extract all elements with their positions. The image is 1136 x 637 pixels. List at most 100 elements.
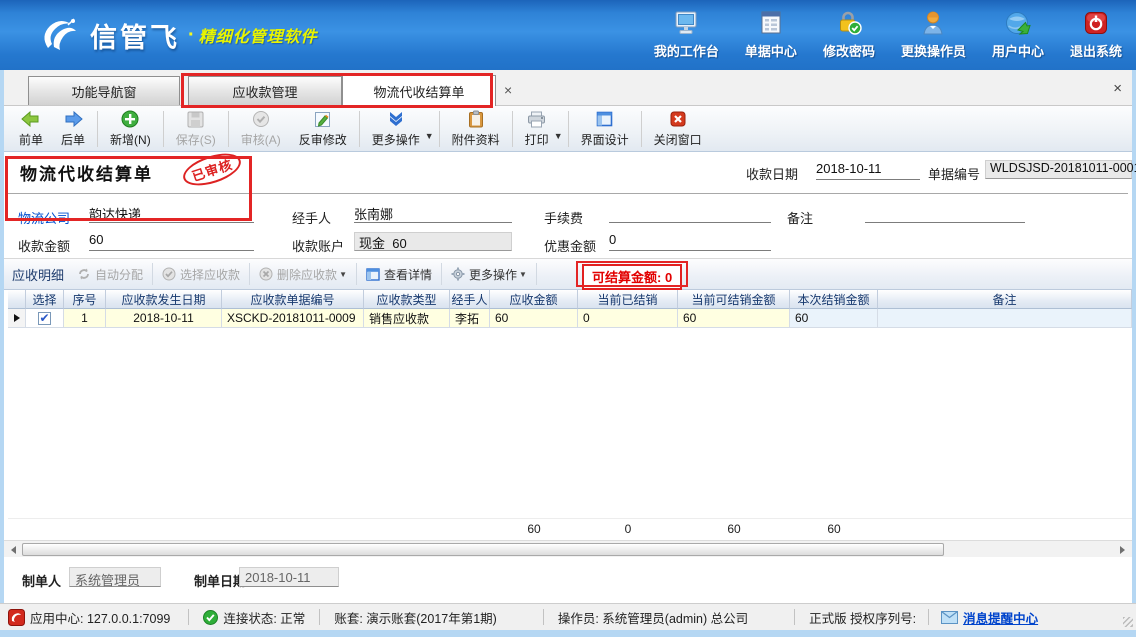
col-header-date[interactable]: 应收款发生日期	[106, 290, 222, 309]
cell-remark[interactable]	[878, 309, 1132, 328]
row-checkbox-checked[interactable]: ✔	[38, 312, 51, 325]
row-select-cell[interactable]: ✔	[26, 309, 64, 328]
fee-field[interactable]	[609, 204, 771, 223]
ui-design-button[interactable]: 界面设计	[572, 107, 638, 150]
tab-close-icon[interactable]: ×	[504, 82, 512, 98]
app-window: 信管飞 · 精细化管理软件 我的工作台	[0, 0, 1136, 637]
col-header-select[interactable]: 选择	[26, 290, 64, 309]
col-header-remark[interactable]: 备注	[878, 290, 1132, 309]
remark-field[interactable]	[865, 204, 1025, 223]
receipt-date-label: 收款日期	[746, 164, 798, 183]
dropdown-caret-icon[interactable]: ▼	[425, 131, 434, 141]
grid-corner-cell	[8, 290, 26, 309]
window-border-right	[1132, 70, 1136, 637]
toolbar-separator	[439, 111, 440, 147]
tab-strip: 功能导航窗 应收款管理 物流代收结算单 × ×	[4, 70, 1132, 106]
toolbar-separator	[228, 111, 229, 147]
table-row[interactable]: ✔ 1 2018-10-11 XSCKD-20181011-0009 销售应收款…	[8, 309, 1132, 328]
status-separator	[188, 609, 189, 625]
audited-stamp: 已审核	[179, 147, 244, 191]
cell-this-settle[interactable]: 60	[790, 309, 878, 328]
toolbar-separator	[163, 111, 164, 147]
nav-exit-system[interactable]: 退出系统	[1070, 8, 1122, 60]
doc-no-label: 单据编号	[928, 164, 980, 183]
tabstrip-close-icon[interactable]: ×	[1113, 80, 1122, 97]
col-header-docno[interactable]: 应收款单据编号	[222, 290, 364, 309]
horizontal-scrollbar[interactable]	[4, 540, 1132, 557]
detail-separator	[152, 263, 153, 285]
toolbar-separator	[97, 111, 98, 147]
status-separator	[543, 609, 544, 625]
toolbar-separator	[359, 111, 360, 147]
nav-change-password[interactable]: 修改密码	[823, 8, 875, 60]
logistics-company-field[interactable]: 韵达快递	[89, 204, 254, 223]
select-receivable-button: 选择应收款	[155, 263, 247, 286]
receivables-grid: 选择 序号 应收款发生日期 应收款单据编号 应收款类型 经手人 应收金额 当前已…	[4, 290, 1132, 540]
col-header-seq[interactable]: 序号	[64, 290, 106, 309]
detail-more-actions-button[interactable]: 更多操作 ▼	[444, 263, 534, 286]
discount-field[interactable]: 0	[609, 232, 771, 251]
account-set-status: 账套: 演示账套(2017年第1期)	[334, 608, 497, 627]
tab-function-nav[interactable]: 功能导航窗	[28, 76, 180, 105]
toolbar-separator	[512, 111, 513, 147]
dropdown-caret-icon[interactable]: ▼	[554, 131, 563, 141]
attachments-button[interactable]: 附件资料	[443, 107, 509, 150]
detail-window-icon	[366, 268, 380, 281]
next-doc-button[interactable]: 后单	[52, 107, 94, 150]
view-details-button[interactable]: 查看详情	[359, 263, 439, 286]
close-x-icon	[670, 109, 686, 129]
footer-fields: 制单人 系统管理员 制单日期 2018-10-11	[4, 557, 1132, 603]
close-window-button[interactable]: 关闭窗口	[645, 107, 711, 150]
more-actions-button[interactable]: 更多操作	[363, 107, 429, 150]
row-marker-cell	[8, 309, 26, 328]
scrollbar-thumb[interactable]	[22, 543, 944, 556]
create-date-field: 2018-10-11	[239, 567, 339, 587]
settleable-amount-badge: 可结算金额: 0	[582, 264, 682, 290]
col-header-this-settle[interactable]: 本次结销金额	[790, 290, 878, 309]
nav-user-center[interactable]: 用户中心	[992, 8, 1044, 60]
nav-my-workbench[interactable]: 我的工作台	[654, 8, 719, 60]
nav-switch-operator[interactable]: 更换操作员	[901, 8, 966, 60]
dropdown-caret-icon: ▼	[339, 270, 347, 279]
handler-field[interactable]: 张南娜	[354, 204, 512, 223]
summary-amount: 60	[490, 519, 578, 538]
brand-name: 信管飞	[90, 16, 180, 55]
dropdown-caret-icon[interactable]: ▼	[519, 270, 527, 279]
col-header-settled[interactable]: 当前已结销	[578, 290, 678, 309]
nav-document-center[interactable]: 单据中心	[745, 8, 797, 60]
account-label: 收款账户	[292, 236, 344, 255]
toolbar-separator	[568, 111, 569, 147]
print-button[interactable]: 打印	[516, 107, 558, 150]
col-header-handler[interactable]: 经手人	[450, 290, 490, 309]
detail-section-title: 应收明细	[12, 265, 64, 284]
tab-receivables-mgmt[interactable]: 应收款管理	[188, 76, 342, 105]
add-new-button[interactable]: 新增(N)	[101, 107, 160, 150]
status-separator	[319, 609, 320, 625]
account-field[interactable]: 现金 60	[354, 232, 512, 251]
monitor-icon	[672, 8, 700, 38]
detail-separator	[356, 263, 357, 285]
summary-row: 60 0 60 60	[8, 518, 1132, 538]
tab-logistics-settlement[interactable]: 物流代收结算单	[342, 75, 496, 106]
col-header-amount[interactable]: 应收金额	[490, 290, 578, 309]
cell-available: 60	[678, 309, 790, 328]
cell-date: 2018-10-11	[106, 309, 222, 328]
document-form: 物流代收结算单 已审核 收款日期 2018-10-11 单据编号 WLDSJSD…	[4, 152, 1132, 258]
scroll-left-arrow[interactable]	[7, 543, 20, 556]
main-toolbar: 前单 后单 新增(N) 保存(S) 审核(A) 反	[4, 106, 1132, 152]
cell-docno: XSCKD-20181011-0009	[222, 309, 364, 328]
license-status: 正式版 授权序列号:	[809, 608, 916, 627]
receipt-date-field[interactable]: 2018-10-11	[816, 161, 920, 180]
col-header-type[interactable]: 应收款类型	[364, 290, 450, 309]
amount-field[interactable]: 60	[89, 232, 254, 251]
unaudit-edit-button[interactable]: 反审修改	[290, 107, 356, 150]
message-center-link[interactable]: 消息提醒中心	[963, 608, 1038, 627]
message-center-link-wrap: 消息提醒中心	[941, 608, 1038, 627]
arrow-right-icon	[63, 109, 83, 129]
scroll-right-arrow[interactable]	[1116, 543, 1129, 556]
prev-doc-button[interactable]: 前单	[10, 107, 52, 150]
remark-label: 备注	[787, 208, 813, 227]
resize-grip[interactable]	[1123, 617, 1133, 627]
amount-label: 收款金额	[18, 236, 70, 255]
col-header-available[interactable]: 当前可结销金额	[678, 290, 790, 309]
